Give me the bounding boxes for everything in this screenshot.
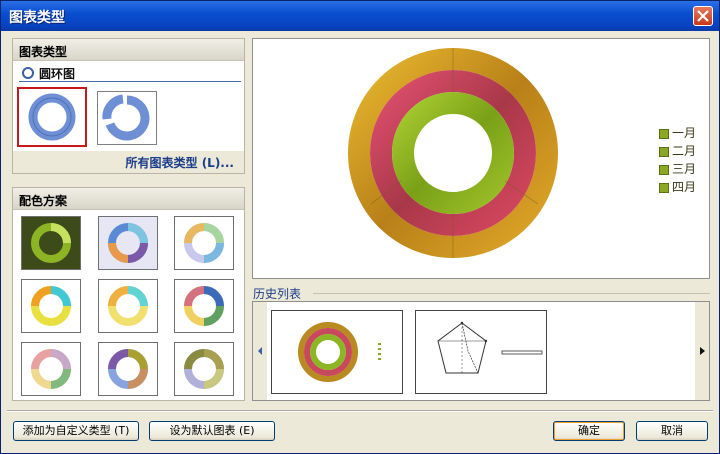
doughnut-swatch-icon xyxy=(184,349,224,389)
history-divider xyxy=(313,293,710,294)
history-doughnut-thumb-icon xyxy=(298,322,381,382)
color-scheme-7[interactable] xyxy=(21,342,81,396)
doughnut-swatch-icon xyxy=(31,286,71,326)
doughnut-subtype-thumb[interactable] xyxy=(17,87,87,147)
color-scheme-1[interactable] xyxy=(21,216,81,270)
legend-item: 四月 xyxy=(659,178,696,195)
color-scheme-8[interactable] xyxy=(98,342,158,396)
doughnut-swatch-icon xyxy=(184,286,224,326)
legend-item: 二月 xyxy=(659,142,696,159)
legend-item: 一月 xyxy=(659,124,696,141)
set-default-chart-button[interactable]: 设为默认图表 (E) xyxy=(149,421,275,441)
title-bar[interactable]: 图表类型 xyxy=(1,1,719,31)
subtype-label: 圆环图 xyxy=(39,67,76,81)
ok-button[interactable]: 确定 xyxy=(553,421,625,441)
color-scheme-panel: 配色方案 xyxy=(12,187,245,401)
doughnut-thumb-icon xyxy=(28,93,76,141)
doughnut-swatch-icon xyxy=(108,349,148,389)
color-scheme-4[interactable] xyxy=(21,279,81,333)
color-scheme-5[interactable] xyxy=(98,279,158,333)
close-button[interactable] xyxy=(693,6,713,26)
close-icon xyxy=(697,10,709,22)
color-scheme-9[interactable] xyxy=(174,342,234,396)
color-scheme-3[interactable] xyxy=(174,216,234,270)
cancel-button[interactable]: 取消 xyxy=(636,421,708,441)
chart-type-dialog: 图表类型 图表类型 圆环图 所有图表类型 (L)... 配色方案 一月 二月 三… xyxy=(0,0,720,454)
subtype-row: 圆环图 xyxy=(19,65,241,82)
color-scheme-6[interactable] xyxy=(174,279,234,333)
history-list xyxy=(252,301,710,401)
chart-type-panel: 图表类型 圆环图 所有图表类型 (L)... xyxy=(12,38,245,174)
radio-icon[interactable] xyxy=(21,66,35,80)
chart-preview: 一月 二月 三月 四月 xyxy=(252,38,710,279)
doughnut-swatch-icon xyxy=(108,223,148,263)
color-scheme-panel-header: 配色方案 xyxy=(13,188,244,210)
exploded-doughnut-thumb-icon xyxy=(102,94,150,141)
history-next-button[interactable] xyxy=(695,302,709,400)
window-title: 图表类型 xyxy=(9,10,65,26)
history-item-doughnut[interactable] xyxy=(271,310,403,394)
footer-separator xyxy=(7,410,713,412)
history-list-label: 历史列表 xyxy=(253,287,302,301)
exploded-doughnut-subtype-thumb[interactable] xyxy=(97,91,157,145)
history-item-radar[interactable] xyxy=(415,310,547,394)
all-chart-types-link[interactable]: 所有图表类型 (L)... xyxy=(13,151,244,173)
doughnut-swatch-icon xyxy=(31,223,71,263)
legend-item: 三月 xyxy=(659,160,696,177)
chevron-right-icon xyxy=(700,347,705,355)
chart-type-panel-header: 图表类型 xyxy=(13,39,244,61)
chevron-left-icon xyxy=(258,347,262,355)
doughnut-swatch-icon xyxy=(31,349,71,389)
inner-ring xyxy=(392,92,514,214)
doughnut-swatch-icon xyxy=(108,286,148,326)
history-prev-button[interactable] xyxy=(253,302,267,400)
doughnut-chart-preview xyxy=(348,48,558,258)
add-custom-type-button[interactable]: 添加为自定义类型 (T) xyxy=(13,421,139,441)
doughnut-swatch-icon xyxy=(184,223,224,263)
color-scheme-2[interactable] xyxy=(98,216,158,270)
history-radar-thumb-icon xyxy=(437,321,543,374)
